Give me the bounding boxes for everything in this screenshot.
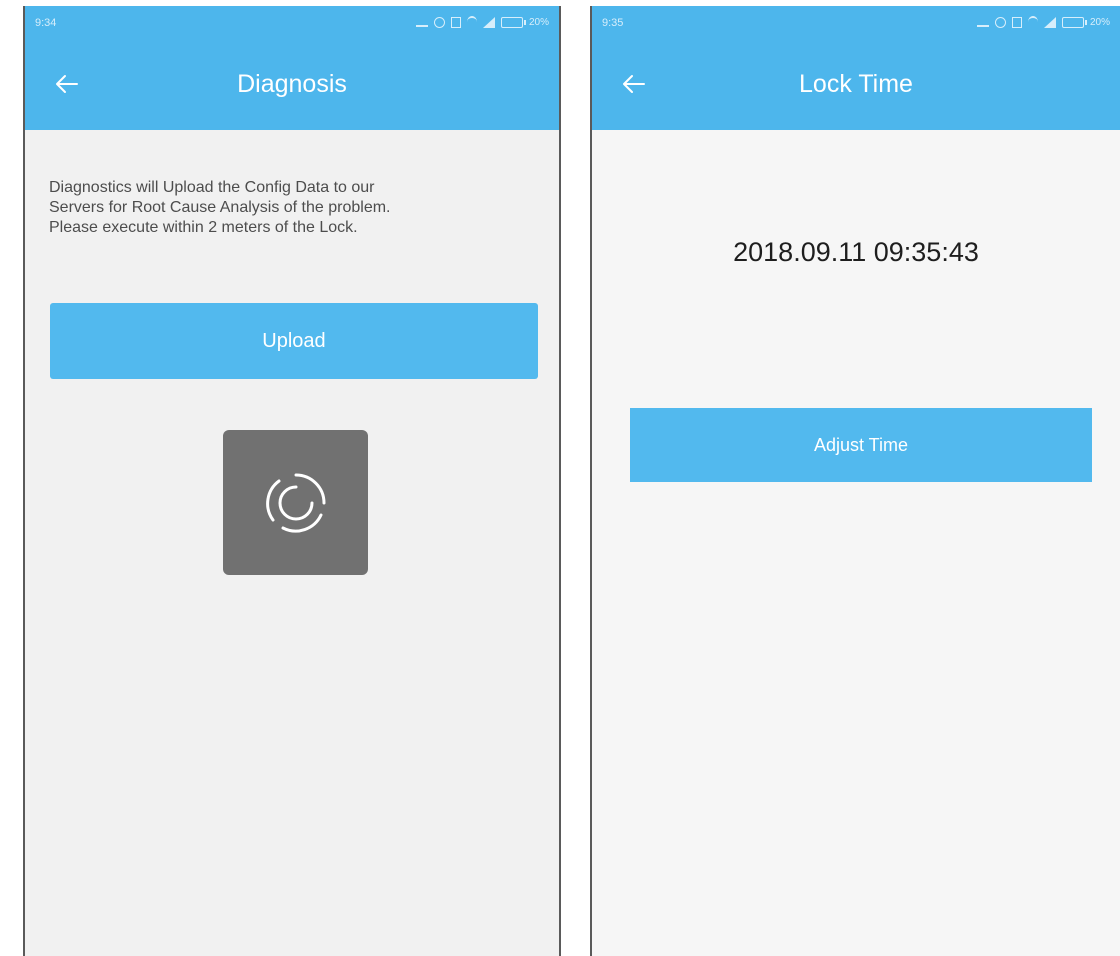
- nfc-icon: [450, 16, 461, 28]
- status-icons: 20%: [976, 13, 1110, 31]
- spinner-icon: [265, 473, 325, 533]
- more-dots-icon: [415, 25, 428, 27]
- status-time: 9:35: [602, 17, 624, 29]
- lock-time-value: 2018.09.11 09:35:43: [733, 237, 979, 267]
- battery-percent: 20%: [528, 16, 549, 28]
- loading-overlay: [223, 430, 368, 575]
- status-time: 9:34: [35, 17, 57, 29]
- description-line: Servers for Root Cause Analysis of the p…: [49, 199, 391, 216]
- status-icons: 20%: [415, 13, 549, 31]
- alarm-icon: [433, 16, 445, 28]
- status-bar: 9:35 20%: [592, 6, 1120, 40]
- status-bar: 9:34 20%: [25, 6, 559, 40]
- page-title: Lock Time: [799, 70, 913, 98]
- alarm-icon: [994, 16, 1006, 28]
- diagnosis-screen: 9:34 20% Diagnosis Diagnostics will Uplo…: [23, 6, 561, 956]
- nfc-icon: [1011, 16, 1022, 28]
- wifi-icon: [466, 16, 477, 28]
- battery-icon: [1061, 16, 1087, 28]
- app-bar: Lock Time: [592, 40, 1120, 130]
- wifi-icon: [1027, 16, 1038, 28]
- adjust-time-button[interactable]: Adjust Time: [630, 408, 1092, 482]
- battery-percent: 20%: [1089, 16, 1110, 28]
- battery-icon: [500, 16, 526, 28]
- description-line: Diagnostics will Upload the Config Data …: [49, 179, 375, 196]
- page-title: Diagnosis: [237, 70, 347, 98]
- signal-icon: [1043, 16, 1056, 28]
- description-line: Please execute within 2 meters of the Lo…: [49, 219, 358, 236]
- lock-time-screen: 9:35 20% Lock Time 2018.09.11 09:35:43 A…: [590, 6, 1120, 956]
- app-bar: Diagnosis: [25, 40, 559, 130]
- signal-icon: [482, 16, 495, 28]
- upload-button[interactable]: Upload: [50, 303, 538, 379]
- more-dots-icon: [976, 25, 989, 27]
- diagnostics-description: Diagnostics will Upload the Config Data …: [49, 178, 529, 238]
